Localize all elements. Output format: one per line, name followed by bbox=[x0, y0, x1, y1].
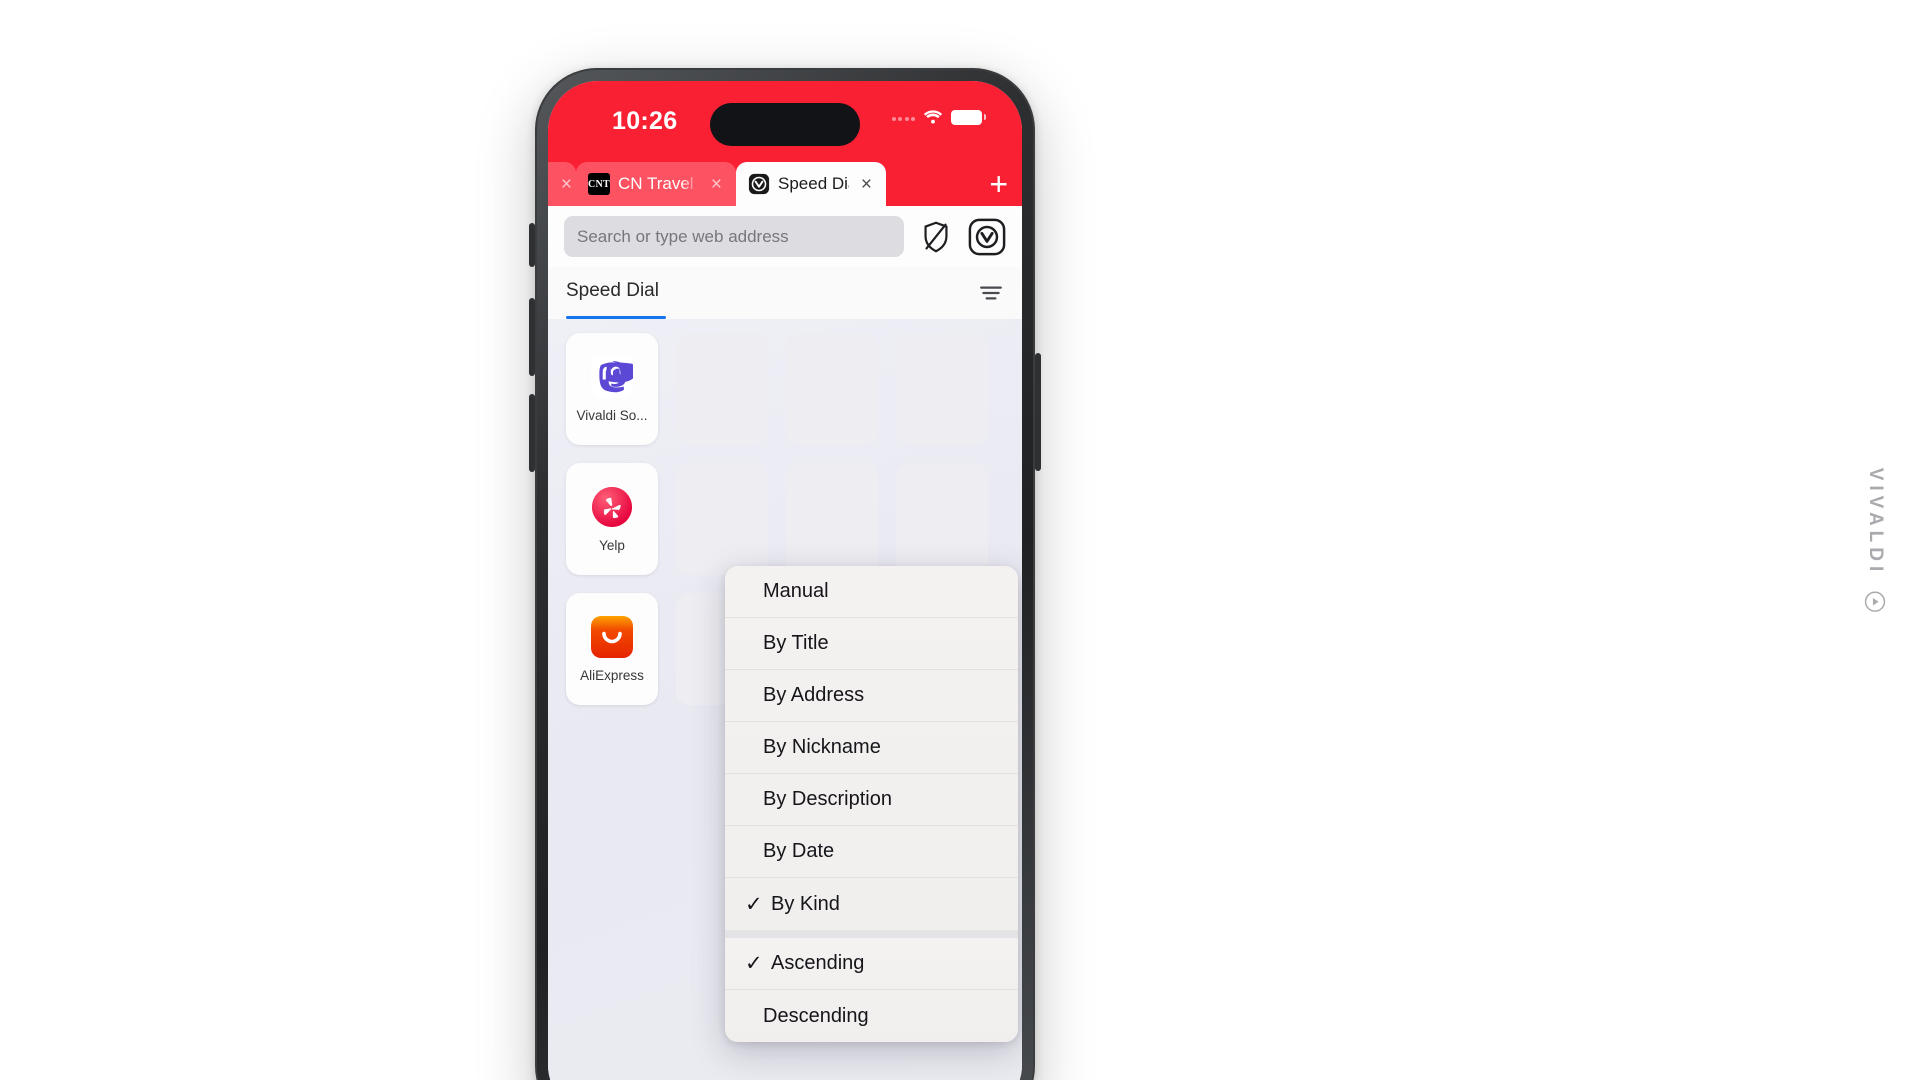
check-icon bbox=[745, 894, 771, 915]
speed-dial-tile-empty[interactable] bbox=[786, 333, 878, 445]
menu-separator bbox=[725, 930, 1018, 938]
browser-tab-partial[interactable]: × bbox=[548, 162, 576, 206]
sort-menu-group-criteria: Manual By Title By Address By Nickname B bbox=[725, 566, 1018, 930]
menu-item-by-description[interactable]: By Description bbox=[725, 774, 1018, 826]
speed-dial-tile-empty[interactable] bbox=[896, 463, 988, 575]
vivaldi-play-icon bbox=[1864, 591, 1886, 612]
tab-speed-dial-label[interactable]: Speed Dial bbox=[566, 280, 659, 306]
menu-item-by-nickname[interactable]: By Nickname bbox=[725, 722, 1018, 774]
menu-item-manual[interactable]: Manual bbox=[725, 566, 1018, 618]
vivaldi-favicon bbox=[748, 173, 770, 195]
sort-menu-group-direction: Ascending Descending bbox=[725, 938, 1018, 1042]
speed-dial-body: Vivaldi So... Yelp AliExpress Manual By … bbox=[548, 319, 1022, 1080]
menu-item-label: By Description bbox=[763, 788, 892, 810]
sort-dropdown-menu: Manual By Title By Address By Nickname B bbox=[725, 566, 1018, 1042]
signal-dots-icon bbox=[891, 108, 915, 126]
cnt-favicon: CNT bbox=[588, 173, 610, 195]
screenshot-root: 10:26 × CNT CN Travel × Speed Di × + Sea… bbox=[0, 0, 1920, 1080]
menu-item-by-date[interactable]: By Date bbox=[725, 826, 1018, 878]
sort-filter-icon[interactable] bbox=[978, 280, 1004, 306]
vivaldi-menu-icon[interactable] bbox=[968, 218, 1006, 256]
menu-item-label: By Date bbox=[763, 840, 835, 862]
speed-dial-tile-label: Vivaldi So... bbox=[576, 407, 648, 423]
phone-screen: 10:26 × CNT CN Travel × Speed Di × + Sea… bbox=[548, 81, 1022, 1080]
volume-up-button[interactable] bbox=[529, 298, 535, 376]
menu-item-label: By Nickname bbox=[763, 736, 881, 758]
menu-item-label: By Title bbox=[763, 632, 829, 654]
menu-item-by-address[interactable]: By Address bbox=[725, 670, 1018, 722]
browser-tab-speed-dial[interactable]: Speed Dial × bbox=[736, 162, 886, 206]
power-button[interactable] bbox=[1035, 353, 1041, 471]
speed-dial-tile-label: AliExpress bbox=[580, 667, 644, 683]
close-icon[interactable]: × bbox=[557, 175, 576, 194]
status-bar-indicators bbox=[891, 108, 986, 126]
menu-item-descending[interactable]: Descending bbox=[725, 990, 1018, 1042]
volume-down-button[interactable] bbox=[529, 394, 535, 472]
status-bar: 10:26 bbox=[548, 81, 1022, 158]
wifi-icon bbox=[923, 109, 943, 124]
speed-dial-tile-label: Yelp bbox=[599, 537, 625, 553]
phone-mockup: 10:26 × CNT CN Travel × Speed Di × + Sea… bbox=[529, 68, 1041, 1080]
menu-item-label: Manual bbox=[763, 580, 829, 602]
search-input[interactable]: Search or type web address bbox=[564, 216, 904, 257]
watermark-text: VIVALDI bbox=[1865, 467, 1886, 577]
menu-item-ascending[interactable]: Ascending bbox=[725, 938, 1018, 990]
yelp-icon bbox=[591, 486, 633, 528]
close-icon[interactable]: × bbox=[857, 175, 876, 194]
speed-dial-tile-empty[interactable] bbox=[896, 333, 988, 445]
speed-dial-header: Speed Dial bbox=[548, 267, 1022, 319]
speed-dial-tile-yelp[interactable]: Yelp bbox=[566, 463, 658, 575]
tab-label: Speed Dial bbox=[778, 174, 849, 193]
status-bar-clock: 10:26 bbox=[612, 107, 678, 135]
battery-icon bbox=[951, 109, 986, 125]
menu-item-label: By Address bbox=[763, 684, 865, 706]
menu-item-label: Ascending bbox=[771, 952, 865, 974]
speed-dial-tile-empty[interactable] bbox=[676, 333, 768, 445]
mastodon-icon bbox=[591, 355, 633, 398]
tracker-blocker-shield-icon[interactable] bbox=[917, 218, 955, 256]
speed-dial-tile-vivaldi-social[interactable]: Vivaldi So... bbox=[566, 333, 658, 445]
silent-switch[interactable] bbox=[529, 223, 535, 267]
close-icon[interactable]: × bbox=[707, 175, 726, 194]
address-bar: Search or type web address bbox=[548, 206, 1022, 267]
new-tab-button[interactable]: + bbox=[989, 168, 1008, 200]
menu-item-label: Descending bbox=[763, 1004, 869, 1027]
dynamic-island bbox=[710, 103, 860, 146]
tab-label: CN Travel bbox=[618, 174, 694, 193]
browser-tab-cn-travel[interactable]: CNT CN Travel × bbox=[576, 162, 736, 206]
speed-dial-tile-empty[interactable] bbox=[676, 463, 768, 575]
speed-dial-tile-aliexpress[interactable]: AliExpress bbox=[566, 593, 658, 705]
tab-strip: × CNT CN Travel × Speed Dial × + bbox=[548, 158, 1022, 206]
menu-item-by-kind[interactable]: By Kind bbox=[725, 878, 1018, 930]
aliexpress-icon bbox=[591, 615, 633, 658]
check-icon bbox=[745, 953, 771, 974]
menu-item-label: By Kind bbox=[771, 892, 840, 915]
menu-item-by-title[interactable]: By Title bbox=[725, 618, 1018, 670]
speed-dial-tile-empty[interactable] bbox=[786, 463, 878, 575]
watermark: VIVALDI bbox=[1864, 468, 1886, 613]
